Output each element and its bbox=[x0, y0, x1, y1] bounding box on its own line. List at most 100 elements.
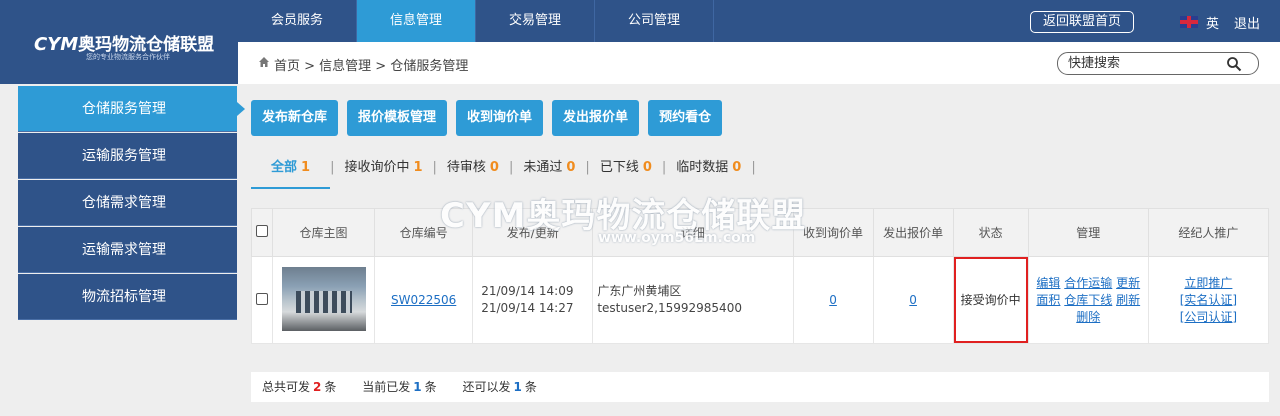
updated-date: 21/09/14 14:27 bbox=[481, 301, 574, 315]
tab-label: 全部 bbox=[271, 160, 298, 175]
quote-template-button[interactable]: 报价模板管理 bbox=[347, 100, 448, 136]
tab-separator: | bbox=[751, 160, 756, 175]
book-viewing-button[interactable]: 预约看仓 bbox=[648, 100, 723, 136]
sidebar: 仓储服务管理 运输服务管理 仓储需求管理 运输需求管理 物流招标管理 bbox=[18, 86, 245, 321]
current-label: 当前已发 bbox=[362, 380, 411, 394]
quotes-cell: 0 bbox=[872, 256, 954, 344]
logo-brand: CYM bbox=[34, 34, 79, 55]
published-date: 21/09/14 14:09 bbox=[481, 284, 574, 298]
status-cell: 接受询价中 bbox=[952, 256, 1029, 344]
col-header: 经纪人推广 bbox=[1147, 208, 1270, 257]
search-input[interactable] bbox=[1068, 55, 1218, 72]
search-box bbox=[1057, 52, 1259, 75]
area-link[interactable]: 面积 bbox=[1036, 293, 1060, 307]
search-icon[interactable] bbox=[1226, 56, 1242, 72]
tab-receiving-inquiry[interactable]: 接收询价中 1 bbox=[334, 155, 432, 189]
tab-label: 未通过 bbox=[523, 160, 563, 175]
sidebar-item-warehouse-demand[interactable]: 仓储需求管理 bbox=[18, 180, 237, 226]
tab-count: 1 bbox=[301, 160, 311, 175]
logo[interactable]: CYM奥玛物流仓储联盟 您的专业物流服务合作伙伴 bbox=[0, 0, 238, 84]
tab-count: 0 bbox=[642, 160, 652, 175]
inquiries-cell: 0 bbox=[792, 256, 874, 344]
thumbnail-cell bbox=[272, 256, 376, 344]
tab-label: 接收询价中 bbox=[344, 160, 410, 175]
tab-temporary-data[interactable]: 临时数据 0 bbox=[666, 155, 751, 189]
status-badge: 接受询价中 bbox=[953, 257, 1028, 343]
nav-trade-management[interactable]: 交易管理 bbox=[476, 0, 595, 42]
remaining-value: 1 bbox=[513, 380, 522, 394]
unit-label: 条 bbox=[524, 380, 537, 394]
warehouse-table: 仓库主图 仓库编号 发布/更新 详细 收到询价单 发出报价单 状态 管理 经纪人… bbox=[250, 208, 1270, 344]
tab-rejected[interactable]: 未通过 0 bbox=[513, 155, 585, 189]
detail-cell: 广东广州黄埔区 testuser2,15992985400 bbox=[592, 256, 794, 344]
received-inquiries-button[interactable]: 收到询价单 bbox=[456, 100, 544, 136]
publish-warehouse-button[interactable]: 发布新仓库 bbox=[251, 100, 339, 136]
take-offline-link[interactable]: 仓库下线 bbox=[1064, 293, 1112, 307]
col-header: 仓库主图 bbox=[272, 208, 376, 257]
col-header: 详细 bbox=[592, 208, 794, 257]
real-name-auth-link[interactable]: [实名认证] bbox=[1180, 293, 1237, 307]
location-text: 广东广州黄埔区 bbox=[597, 284, 682, 298]
total-label: 总共可发 bbox=[262, 380, 311, 394]
total-value: 2 bbox=[313, 380, 322, 394]
warehouse-photo[interactable] bbox=[281, 266, 366, 331]
tab-count: 0 bbox=[566, 160, 576, 175]
table-header-row: 仓库主图 仓库编号 发布/更新 详细 收到询价单 发出报价单 状态 管理 经纪人… bbox=[250, 208, 1270, 257]
company-auth-link[interactable]: [公司认证] bbox=[1180, 310, 1237, 324]
col-header: 管理 bbox=[1027, 208, 1149, 257]
select-all-cell bbox=[250, 208, 274, 257]
logout-link[interactable]: 退出 bbox=[1234, 13, 1260, 32]
quotes-count-link[interactable]: 0 bbox=[909, 293, 917, 307]
cooperative-transport-link[interactable]: 合作运输 bbox=[1064, 276, 1112, 290]
row-select-cell bbox=[250, 256, 274, 344]
nav-company-management[interactable]: 公司管理 bbox=[595, 0, 714, 42]
filter-tabs: 全部 1 | 接收询价中 1 | 待审核 0 | 未通过 0 | 已下线 0 | 临时数据… bbox=[251, 155, 756, 189]
col-header: 收到询价单 bbox=[792, 208, 874, 257]
remaining-label: 还可以发 bbox=[462, 380, 511, 394]
sidebar-item-transport-demand[interactable]: 运输需求管理 bbox=[18, 227, 237, 273]
tab-pending-review[interactable]: 待审核 0 bbox=[437, 155, 509, 189]
breadcrumb-bar: 首页 > 信息管理 > 仓储服务管理 bbox=[238, 42, 1280, 84]
row-checkbox[interactable] bbox=[256, 292, 268, 305]
tab-offline[interactable]: 已下线 0 bbox=[590, 155, 662, 189]
warehouse-code-link[interactable]: SW022506 bbox=[391, 293, 456, 307]
contact-text: testuser2,15992985400 bbox=[597, 301, 742, 315]
logo-tagline: 您的专业物流服务合作伙伴 bbox=[86, 53, 170, 61]
unit-label: 条 bbox=[424, 380, 437, 394]
col-header: 发出报价单 bbox=[872, 208, 954, 257]
inquiries-count-link[interactable]: 0 bbox=[829, 293, 837, 307]
breadcrumb[interactable]: 首页 > 信息管理 > 仓储服务管理 bbox=[274, 55, 468, 74]
nav-member-service[interactable]: 会员服务 bbox=[238, 0, 357, 42]
col-header: 仓库编号 bbox=[374, 208, 474, 257]
tab-count: 0 bbox=[489, 160, 499, 175]
unit-label: 条 bbox=[324, 380, 337, 394]
manage-cell: 编辑 合作运输 更新 面积 仓库下线 刷新 删除 bbox=[1027, 256, 1149, 344]
sidebar-item-tender-management[interactable]: 物流招标管理 bbox=[18, 274, 237, 320]
dates-cell: 21/09/14 14:09 21/09/14 14:27 bbox=[472, 256, 594, 344]
tab-label: 已下线 bbox=[599, 160, 639, 175]
delete-link[interactable]: 删除 bbox=[1076, 310, 1100, 324]
home-icon[interactable] bbox=[258, 56, 270, 68]
tab-all[interactable]: 全部 1 bbox=[251, 155, 331, 189]
tab-count: 1 bbox=[413, 160, 423, 175]
sidebar-item-warehouse-service[interactable]: 仓储服务管理 bbox=[18, 86, 245, 132]
promote-now-link[interactable]: 立即推广 bbox=[1184, 276, 1232, 290]
uk-flag-icon[interactable] bbox=[1180, 16, 1198, 28]
nav-info-management[interactable]: 信息管理 bbox=[357, 0, 476, 42]
select-all-checkbox[interactable] bbox=[256, 225, 268, 237]
tab-count: 0 bbox=[732, 160, 742, 175]
sent-quotes-button[interactable]: 发出报价单 bbox=[552, 100, 640, 136]
tab-label: 临时数据 bbox=[676, 160, 729, 175]
action-buttons: 发布新仓库 报价模板管理 收到询价单 发出报价单 预约看仓 bbox=[251, 100, 731, 136]
back-to-home-button[interactable]: 返回联盟首页 bbox=[1030, 11, 1134, 33]
edit-link[interactable]: 编辑 bbox=[1036, 276, 1060, 290]
language-switch[interactable]: 英 bbox=[1206, 13, 1219, 32]
sidebar-item-transport-service[interactable]: 运输服务管理 bbox=[18, 133, 237, 179]
col-header: 状态 bbox=[952, 208, 1029, 257]
col-header: 发布/更新 bbox=[472, 208, 594, 257]
update-area-link[interactable]: 更新 bbox=[1116, 276, 1140, 290]
table-row: SW022506 21/09/14 14:09 21/09/14 14:27 广东… bbox=[250, 256, 1270, 344]
main-nav: 会员服务 信息管理 交易管理 公司管理 bbox=[238, 0, 714, 42]
refresh-link[interactable]: 刷新 bbox=[1116, 293, 1140, 307]
code-cell: SW022506 bbox=[374, 256, 474, 344]
